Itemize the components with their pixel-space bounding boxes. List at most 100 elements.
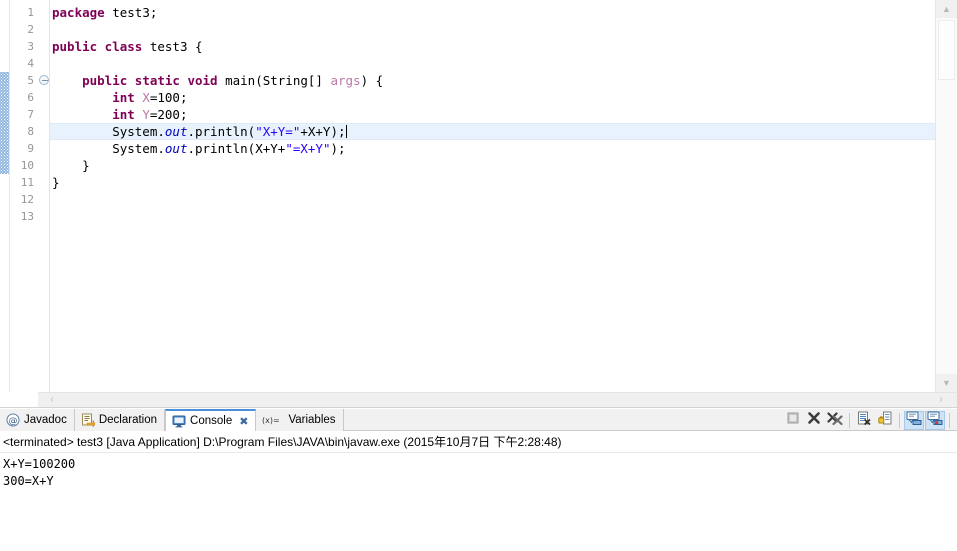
line-number: 8: [27, 125, 34, 138]
code-line[interactable]: [50, 208, 935, 225]
code-line[interactable]: System.out.println(X+Y+"=X+Y");: [50, 140, 935, 157]
code-token: }: [52, 175, 60, 190]
fold-collapse-icon[interactable]: [39, 75, 49, 85]
toolbar-separator: [899, 412, 900, 428]
terminate-button[interactable]: [783, 411, 803, 430]
tab-variables[interactable]: (x)= Variables: [256, 409, 344, 431]
line-number: 4: [27, 57, 34, 70]
svg-text:@: @: [9, 417, 18, 427]
code-token: Y: [142, 107, 150, 122]
variables-icon: (x)=: [262, 413, 284, 427]
at-sign-icon: @: [6, 413, 20, 427]
line-number-gutter: 1 2 3 4 5 6 7 8 9 10 11 12 13: [10, 0, 38, 392]
console-body[interactable]: <terminated> test3 [Java Application] D:…: [0, 431, 957, 551]
java-source-editor[interactable]: 1 2 3 4 5 6 7 8 9 10 11 12 13 package test3; public c…: [0, 0, 957, 407]
clear-console-button[interactable]: [854, 411, 874, 430]
code-token: out: [164, 141, 188, 156]
line-number: 2: [27, 23, 34, 36]
svg-text:(x)=: (x)=: [262, 416, 280, 425]
code-token: .println(X+Y+: [187, 141, 286, 156]
code-token: System.: [52, 124, 165, 139]
stop-square-icon: [786, 411, 800, 430]
console-icon: [172, 414, 186, 428]
declaration-icon: [81, 413, 96, 428]
code-token: X: [142, 90, 150, 105]
code-line[interactable]: int Y=200;: [50, 106, 935, 123]
scroll-left-arrow-icon[interactable]: ‹: [44, 393, 60, 407]
remove-launch-button[interactable]: [804, 411, 824, 430]
eclipse-ide-window: 1 2 3 4 5 6 7 8 9 10 11 12 13 package test3; public c…: [0, 0, 957, 551]
scroll-lock-button[interactable]: [875, 411, 895, 430]
code-text-area[interactable]: package test3; public class test3 { publi…: [50, 0, 935, 392]
display-console-icon: [927, 411, 943, 430]
code-line[interactable]: package test3;: [50, 4, 935, 21]
code-line[interactable]: [50, 21, 935, 38]
line-number: 12: [20, 193, 34, 206]
line-number: 11: [20, 176, 34, 189]
code-token: .println(: [187, 124, 256, 139]
code-token: +X+Y);: [300, 124, 346, 139]
toolbar-separator: [849, 412, 850, 428]
scroll-lock-icon: [878, 411, 892, 430]
code-line[interactable]: [50, 191, 935, 208]
code-line[interactable]: }: [50, 174, 935, 191]
tab-console[interactable]: Console ✖: [165, 409, 257, 432]
code-token: int: [112, 107, 135, 122]
change-indicator-bar: [0, 72, 9, 174]
tab-javadoc[interactable]: @ Javadoc: [0, 409, 75, 431]
code-token: main(String[]: [217, 73, 331, 88]
editor-horizontal-scrollbar[interactable]: ‹ ›: [38, 392, 957, 407]
line-number: 9: [27, 142, 34, 155]
view-tabs: @ Javadoc Declaration Console ✖ (x)= Variables: [0, 409, 344, 432]
console-view: @ Javadoc Declaration Console ✖ (x)= Variables…: [0, 409, 957, 551]
editor-annotation-ruler[interactable]: [0, 0, 10, 392]
panel-divider[interactable]: [0, 407, 957, 408]
code-token: test3 {: [142, 39, 203, 54]
code-token: public class: [52, 39, 143, 54]
code-token: "=X+Y": [285, 141, 331, 156]
code-folding-column[interactable]: [38, 0, 50, 392]
scroll-down-arrow-icon[interactable]: ▼: [936, 374, 957, 392]
pin-console-icon: [906, 411, 922, 430]
tab-label: Variables: [288, 414, 336, 426]
vscroll-thumb[interactable]: [938, 20, 955, 80]
pin-console-button[interactable]: [904, 410, 924, 430]
editor-vertical-scrollbar[interactable]: ▲ ▼: [935, 0, 957, 392]
code-line[interactable]: public class test3 {: [50, 38, 935, 55]
clear-console-icon: [857, 411, 871, 430]
code-token: ) {: [360, 73, 384, 88]
console-output[interactable]: X+Y=100200 300=X+Y: [0, 453, 957, 490]
code-line[interactable]: int X=100;: [50, 89, 935, 106]
display-selected-console-button[interactable]: [925, 410, 945, 430]
remove-all-terminated-button[interactable]: [825, 411, 845, 430]
line-number: 13: [20, 210, 34, 223]
code-line[interactable]: [50, 55, 935, 72]
scroll-up-arrow-icon[interactable]: ▲: [936, 0, 957, 18]
console-process-header: <terminated> test3 [Java Application] D:…: [0, 431, 957, 453]
tab-label: Console: [190, 415, 233, 427]
tab-close-icon[interactable]: ✖: [239, 415, 248, 428]
code-token: );: [330, 141, 346, 156]
toolbar-separator: [949, 412, 950, 428]
scroll-right-arrow-icon[interactable]: ›: [933, 393, 949, 407]
code-token: out: [164, 124, 188, 139]
code-line[interactable]: System.out.println("X+Y="+X+Y);: [50, 123, 935, 140]
code-token: }: [52, 158, 90, 173]
code-line[interactable]: public static void main(String[] args) {: [50, 72, 935, 89]
line-number: 7: [27, 108, 34, 121]
view-tab-bar: @ Javadoc Declaration Console ✖ (x)= Variables: [0, 409, 957, 432]
line-number: 5: [27, 74, 34, 87]
text-caret: [345, 125, 347, 138]
tab-label: Declaration: [98, 414, 158, 426]
tab-declaration[interactable]: Declaration: [74, 409, 166, 431]
code-token: args: [330, 73, 361, 88]
line-number: 1: [27, 6, 34, 19]
console-toolbar: [783, 409, 953, 431]
code-line[interactable]: }: [50, 157, 935, 174]
code-token: System.: [52, 141, 165, 156]
line-number: 6: [27, 91, 34, 104]
remove-x-icon: [807, 411, 821, 430]
